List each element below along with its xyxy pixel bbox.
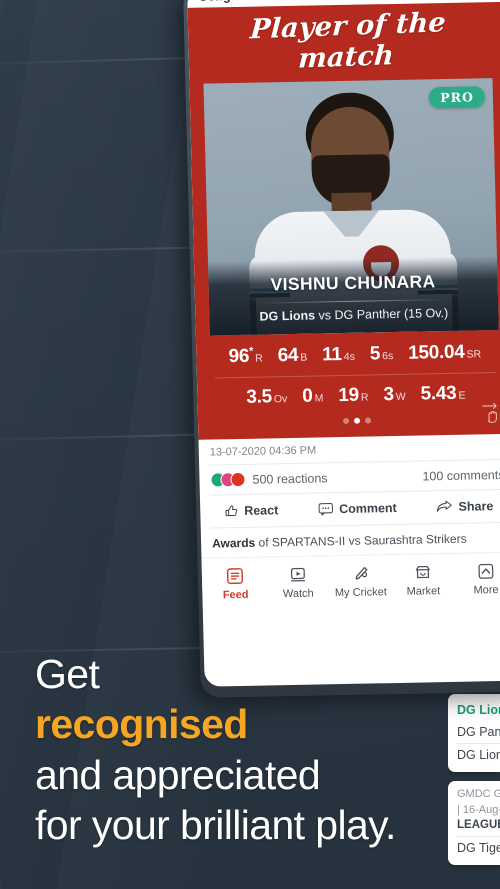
nav-item-label: Feed	[222, 589, 249, 602]
comment-label: Comment	[338, 501, 397, 517]
comment-button[interactable]: Comment	[318, 501, 397, 517]
thumbs-up-icon	[225, 505, 237, 517]
awards-match: of SPARTANS-II vs Saurashtra Strikers	[255, 531, 467, 551]
nav-item-feed[interactable]: Feed	[205, 565, 266, 602]
card-title: Player of the match	[249, 7, 447, 75]
star-reaction-icon	[230, 472, 246, 488]
stat-unit: M	[314, 392, 324, 405]
stat-value: 3	[383, 384, 395, 406]
stat-unit: R	[255, 352, 263, 366]
stat-unit: 4s	[343, 351, 356, 364]
adjacent-screen-preview: DG Lions DG Panther DG Lions GMDC Gr | 1…	[448, 694, 500, 889]
stat-unit: R	[360, 391, 369, 404]
stat-value: 11	[322, 344, 343, 366]
tagline-highlight: recognised	[35, 701, 248, 748]
batting-stat-b: 64 B	[277, 345, 307, 368]
nav-item-label: My Cricket	[334, 586, 388, 600]
tagline-line-4: for your brilliant play.	[35, 802, 396, 849]
share-button[interactable]: Share	[436, 499, 494, 515]
not-out-marker: *	[248, 345, 254, 358]
batting-stats-row: 96*R 64 B 11 4s 5 6s 150.04 SR	[210, 330, 500, 378]
stat-value: 5	[369, 343, 381, 365]
nav-item-my-cricket[interactable]: My Cricket	[330, 562, 391, 600]
reaction-summary[interactable]: 500 reactions	[210, 471, 328, 488]
stat-unit: SR	[466, 348, 482, 361]
phone-mockup: Congratulate Heroes of the Match. Player…	[183, 0, 500, 698]
stat-unit: W	[395, 391, 406, 404]
tagline-line-1: Get	[35, 650, 100, 697]
nav-item-market[interactable]: Market	[393, 561, 454, 598]
preview-team-opponent: DG Panther	[457, 725, 500, 739]
stat-value: 19	[338, 385, 360, 407]
player-of-the-match-card[interactable]: Player of the match PRO VISHNU CHUNARA D…	[187, 1, 500, 441]
preview-team-winner: DG Lions	[457, 703, 500, 717]
phone-screen: Congratulate Heroes of the Match. Player…	[187, 0, 500, 687]
carousel-dot[interactable]	[353, 418, 360, 425]
stat-unit: B	[300, 352, 308, 365]
batting-stat-6s: 5 6s	[370, 343, 394, 365]
nav-item-watch[interactable]: Watch	[268, 564, 329, 601]
stat-value: 150.04	[407, 341, 465, 365]
match-rest: vs DG Panther (15 Ov.)	[314, 305, 449, 323]
comment-bubble-icon	[318, 503, 333, 516]
player-photo: PRO VISHNU CHUNARA DG Lions vs DG Panthe…	[203, 78, 499, 336]
match-team: DG Lions	[259, 308, 316, 324]
share-arrow-icon	[437, 501, 453, 513]
stat-unit: E	[458, 389, 466, 403]
feed-icon	[205, 565, 266, 588]
stat-unit: Ov	[273, 393, 288, 406]
preview-team-row: DG Tiger	[457, 841, 500, 855]
swipe-hand-icon	[482, 403, 498, 424]
nav-item-label: More	[473, 584, 499, 597]
carousel-dot[interactable]	[364, 417, 371, 424]
awards-label: Awards	[211, 536, 256, 551]
stat-value: 0	[302, 385, 313, 408]
pro-badge: PRO	[428, 86, 486, 109]
preview-date: | 16-Aug-	[457, 804, 500, 816]
share-label: Share	[458, 499, 494, 515]
batting-stat-r: 96*R	[228, 346, 263, 369]
preview-team-footer: DG Lions	[457, 748, 500, 762]
bowling-stat-w: 3W	[383, 384, 406, 406]
nav-item-label: Market	[406, 585, 441, 599]
fixture-preview-card[interactable]: GMDC Gr | 16-Aug- LEAGUE DG Tiger	[448, 781, 500, 865]
bowling-stat-e: 5.43 E	[420, 383, 465, 406]
bottom-navigation: Feed Watch My Cricket Market More	[201, 551, 500, 609]
bat-ball-icon	[330, 562, 391, 585]
chevron-up-icon	[455, 560, 500, 583]
reactions-count: 500 reactions	[252, 471, 328, 487]
scorecard-preview-card[interactable]: DG Lions DG Panther DG Lions	[448, 694, 500, 772]
player-nameplate: VISHNU CHUNARA DG Lions vs DG Panther (1…	[207, 256, 499, 336]
preview-venue: GMDC Gr	[457, 788, 500, 800]
match-line: DG Lions vs DG Panther (15 Ov.)	[209, 305, 498, 325]
stat-value: 5.43	[420, 383, 457, 405]
bowling-stats-row: 3.5 Ov 0 M 19 R 3 W 5.43 E	[211, 373, 500, 417]
marketing-tagline: Get recognised and appreciated for your …	[35, 649, 455, 852]
player-name: VISHNU CHUNARA	[270, 271, 436, 295]
bowling-stat-m: 0M	[302, 386, 324, 408]
nav-item-label: Watch	[282, 587, 314, 601]
watch-icon	[268, 564, 329, 587]
react-label: React	[244, 503, 279, 519]
stat-value: 96*	[228, 345, 254, 368]
bowling-stat-r: 19 R	[338, 385, 369, 408]
stat-value: 64	[277, 345, 299, 367]
tagline-line-3: and appreciated	[35, 751, 321, 798]
nameplate-divider	[258, 298, 449, 304]
batting-stat-sr: 150.04 SR	[408, 342, 481, 365]
stat-unit: 6s	[382, 350, 394, 363]
nav-item-more[interactable]: More	[455, 560, 500, 597]
comments-count[interactable]: 100 comments	[422, 468, 500, 484]
preview-league: LEAGUE	[457, 819, 500, 831]
react-button[interactable]: React	[224, 504, 278, 519]
stat-value: 3.5	[246, 386, 273, 409]
market-icon	[393, 561, 454, 584]
batting-stat-4s: 11 4s	[322, 344, 355, 367]
bowling-stat-ov: 3.5 Ov	[246, 386, 287, 409]
carousel-dot[interactable]	[342, 418, 349, 425]
